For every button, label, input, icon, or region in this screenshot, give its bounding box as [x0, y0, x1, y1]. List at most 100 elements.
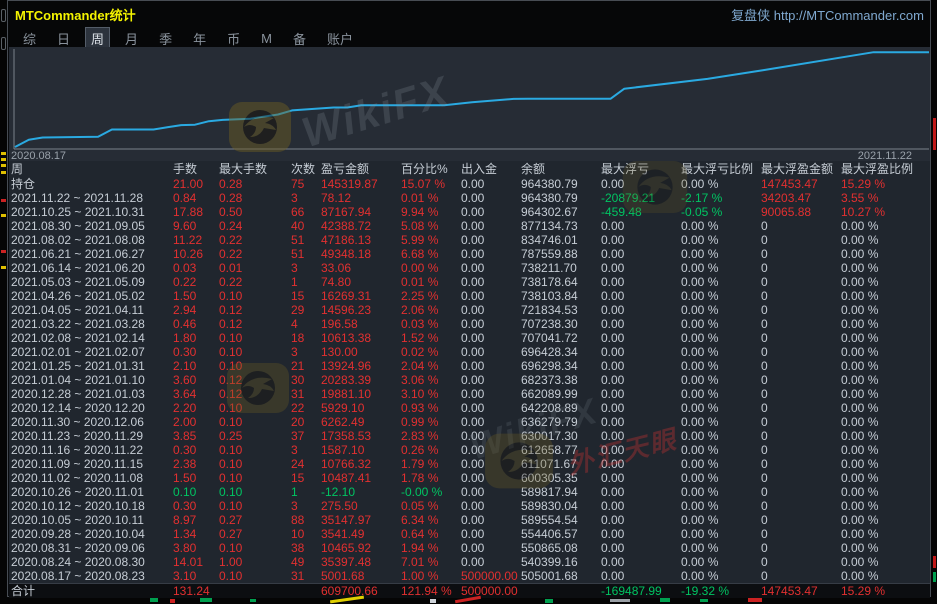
column-header-6[interactable]: 百分比% — [401, 161, 461, 177]
table-row[interactable]: 2020.10.26 ~ 2020.11.010.100.101-12.10-0… — [9, 485, 930, 499]
table-row[interactable]: 2020.11.09 ~ 2020.11.152.380.102410766.3… — [9, 457, 930, 471]
cell-8: 696428.34 — [521, 345, 601, 359]
background-artifact — [1, 214, 6, 217]
cell-3: 0.10 — [219, 331, 291, 345]
menu-item-3[interactable]: 周 — [86, 28, 109, 49]
cell-period: 2021.06.14 ~ 2021.06.20 — [11, 261, 173, 275]
table-row[interactable]: 2021.04.05 ~ 2021.04.112.940.122914596.2… — [9, 303, 930, 317]
cell-12: 0.00 % — [841, 527, 930, 541]
table-row[interactable]: 2021.02.08 ~ 2021.02.141.800.101810613.3… — [9, 331, 930, 345]
column-header-1[interactable]: 周 — [11, 161, 173, 177]
table-row[interactable]: 2021.01.25 ~ 2021.01.312.100.102113924.9… — [9, 359, 930, 373]
cell-7: 0.00 — [461, 443, 521, 457]
column-header-8[interactable]: 余额 — [521, 161, 601, 177]
table-row[interactable]: 2021.08.02 ~ 2021.08.0811.220.225147186.… — [9, 233, 930, 247]
table-row[interactable]: 2020.10.12 ~ 2020.10.180.300.103275.500.… — [9, 499, 930, 513]
cell-10: 0.00 % — [681, 541, 761, 555]
cell-11: 0 — [761, 415, 841, 429]
menu-item-5[interactable]: 季 — [154, 28, 177, 49]
table-row[interactable]: 2021.11.22 ~ 2021.11.280.840.28378.120.0… — [9, 191, 930, 205]
cell-3: 0.10 — [219, 345, 291, 359]
column-header-11[interactable]: 最大浮盈金额 — [761, 161, 841, 177]
cell-6: 0.01 % — [401, 275, 461, 289]
menu-item-6[interactable]: 年 — [188, 28, 211, 49]
cell-11: 0 — [761, 359, 841, 373]
table-row[interactable]: 2021.08.30 ~ 2021.09.059.600.244042388.7… — [9, 219, 930, 233]
column-header-9[interactable]: 最大浮亏 — [601, 161, 681, 177]
cell-11: 0 — [761, 219, 841, 233]
table-row[interactable]: 2021.10.25 ~ 2021.10.3117.880.506687167.… — [9, 205, 930, 219]
cell-8: 877134.73 — [521, 219, 601, 233]
cell-3: 0.12 — [219, 373, 291, 387]
menu-item-10[interactable]: 账户 — [322, 28, 358, 49]
table-row[interactable]: 2020.09.28 ~ 2020.10.041.340.27103541.49… — [9, 527, 930, 541]
cell-12: 15.29 % — [841, 584, 930, 598]
cell-3: 0.10 — [219, 401, 291, 415]
cell-9: 0.00 — [601, 261, 681, 275]
brand-link[interactable]: 复盘侠 http://MTCommander.com — [731, 5, 924, 24]
cell-2: 0.46 — [173, 317, 219, 331]
row-total[interactable]: 合计131.24609700.66121.94 %500000.00-16948… — [9, 583, 930, 598]
cell-10: 0.00 % — [681, 471, 761, 485]
cell-4: 51 — [291, 247, 321, 261]
table-row[interactable]: 2020.11.23 ~ 2020.11.293.850.253717358.5… — [9, 429, 930, 443]
cell-period: 2021.02.08 ~ 2021.02.14 — [11, 331, 173, 345]
cell-5: 87167.94 — [321, 205, 401, 219]
cell-11: 0 — [761, 373, 841, 387]
cell-9: 0.00 — [601, 177, 681, 191]
table-row[interactable]: 2021.01.04 ~ 2021.01.103.600.123020283.3… — [9, 373, 930, 387]
cell-9: 0.00 — [601, 359, 681, 373]
background-artifact — [1, 158, 6, 161]
table-row[interactable]: 2021.06.14 ~ 2021.06.200.030.01333.060.0… — [9, 261, 930, 275]
table-row[interactable]: 2020.08.24 ~ 2020.08.3014.011.004935397.… — [9, 555, 930, 569]
cell-4: 21 — [291, 359, 321, 373]
column-header-10[interactable]: 最大浮亏比例 — [681, 161, 761, 177]
cell-8: 738103.84 — [521, 289, 601, 303]
table-row[interactable]: 2020.12.28 ~ 2021.01.033.640.123119881.1… — [9, 387, 930, 401]
cell-11: 90065.88 — [761, 205, 841, 219]
row-open-positions[interactable]: 持仓21.000.2875145319.8715.07 %0.00964380.… — [9, 177, 930, 191]
menu-item-8[interactable]: M — [256, 30, 277, 47]
cell-8: 964380.79 — [521, 177, 601, 191]
cell-4: 3 — [291, 345, 321, 359]
cell-4: 1 — [291, 485, 321, 499]
column-header-2[interactable]: 手数 — [173, 161, 219, 177]
table-row[interactable]: 2021.02.01 ~ 2021.02.070.300.103130.000.… — [9, 345, 930, 359]
menu-item-2[interactable]: 日 — [52, 28, 75, 49]
menu-item-7[interactable]: 币 — [222, 28, 245, 49]
cell-10: 0.00 % — [681, 359, 761, 373]
menu-item-4[interactable]: 月 — [120, 28, 143, 49]
table-row[interactable]: 2020.10.05 ~ 2020.10.118.970.278835147.9… — [9, 513, 930, 527]
table-row[interactable]: 2020.12.14 ~ 2020.12.202.200.10225929.10… — [9, 401, 930, 415]
table-row[interactable]: 2021.05.03 ~ 2021.05.090.220.22174.800.0… — [9, 275, 930, 289]
menu-item-9[interactable]: 备 — [288, 28, 311, 49]
table-row[interactable]: 2020.11.02 ~ 2020.11.081.500.101510487.4… — [9, 471, 930, 485]
cell-8: 589554.54 — [521, 513, 601, 527]
column-header-7[interactable]: 出入金 — [461, 161, 521, 177]
cell-12: 0.00 % — [841, 415, 930, 429]
table-row[interactable]: 2020.11.30 ~ 2020.12.062.000.10206262.49… — [9, 415, 930, 429]
table-row[interactable]: 2021.06.21 ~ 2021.06.2710.260.225149348.… — [9, 247, 930, 261]
cell-10: 0.00 % — [681, 345, 761, 359]
column-header-5[interactable]: 盈亏金额 — [321, 161, 401, 177]
cell-11: 0 — [761, 289, 841, 303]
background-artifact — [748, 598, 762, 602]
cell-period: 2021.06.21 ~ 2021.06.27 — [11, 247, 173, 261]
column-header-4[interactable]: 次数 — [291, 161, 321, 177]
cell-8: 600305.35 — [521, 471, 601, 485]
menu-item-1[interactable]: 综 — [18, 28, 41, 49]
cell-4: 31 — [291, 569, 321, 583]
cell-2: 17.88 — [173, 205, 219, 219]
cell-2: 3.10 — [173, 569, 219, 583]
cell-7: 0.00 — [461, 471, 521, 485]
column-header-12[interactable]: 最大浮盈比例 — [841, 161, 930, 177]
cell-12: 10.27 % — [841, 205, 930, 219]
table-row[interactable]: 2021.04.26 ~ 2021.05.021.500.101516269.3… — [9, 289, 930, 303]
cell-3: 0.10 — [219, 541, 291, 555]
cell-4: 30 — [291, 373, 321, 387]
table-row[interactable]: 2021.03.22 ~ 2021.03.280.460.124196.580.… — [9, 317, 930, 331]
table-row[interactable]: 2020.11.16 ~ 2020.11.220.300.1031587.100… — [9, 443, 930, 457]
table-row[interactable]: 2020.08.31 ~ 2020.09.063.800.103810465.9… — [9, 541, 930, 555]
column-header-3[interactable]: 最大手数 — [219, 161, 291, 177]
table-row[interactable]: 2020.08.17 ~ 2020.08.233.100.10315001.68… — [9, 569, 930, 583]
